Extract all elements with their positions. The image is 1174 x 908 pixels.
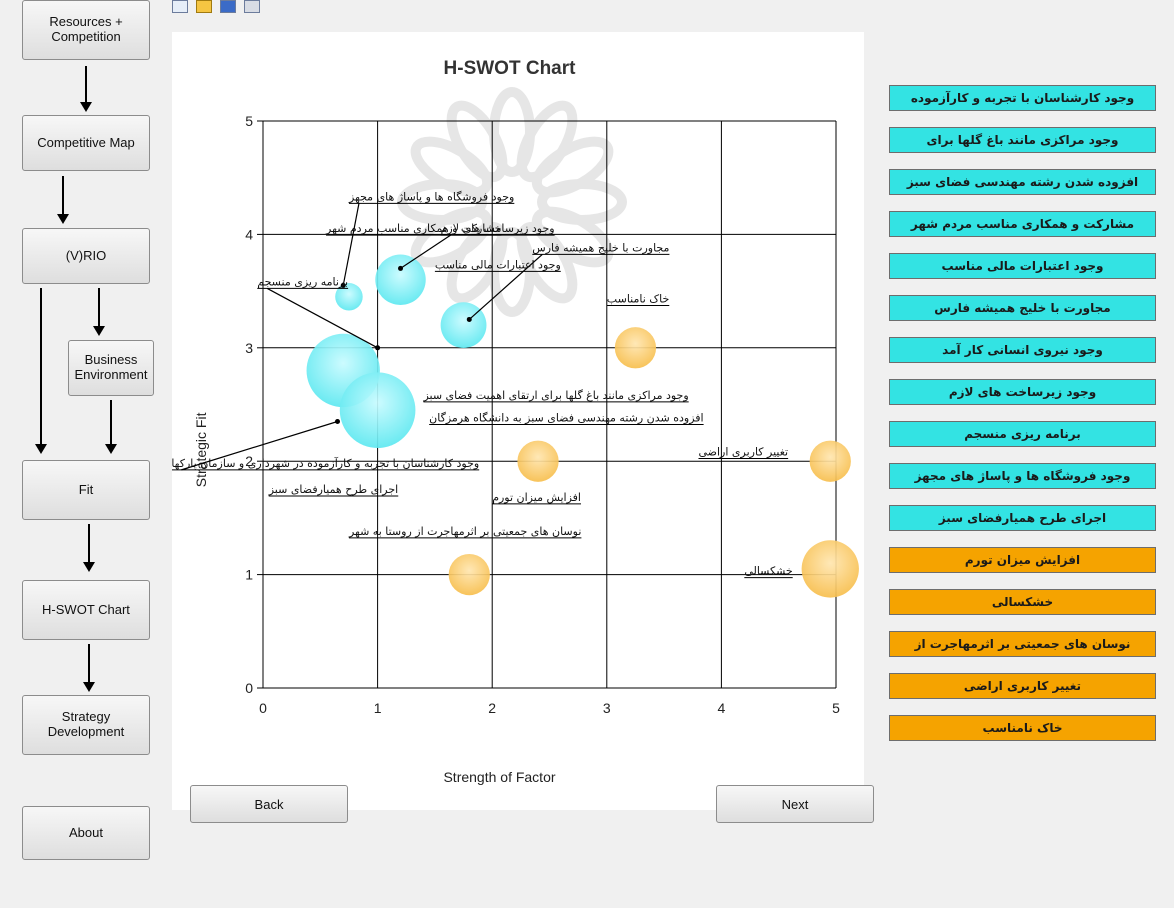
y-tick-label: 4 [245,226,253,242]
x-tick-label: 4 [718,700,726,716]
save-icon[interactable] [220,0,236,13]
x-tick-label: 5 [832,700,840,716]
annotation-label: نوسان های جمعیتی بر اثرمهاجرت از روستا ب… [348,525,581,538]
watermark-petal [516,100,578,183]
factor-button-strength[interactable]: افزوده شدن رشته مهندسی فضای سبز [889,169,1156,195]
strategy-development-button[interactable]: Strategy Development [22,695,150,755]
factor-button-threat[interactable]: افزایش میزان تورم [889,547,1156,573]
factor-button-strength[interactable]: اجرای طرح همیارفضای سبز [889,505,1156,531]
factor-button-strength[interactable]: وجود کارشناسان با تجربه و کارآزموده [889,85,1156,111]
factor-button-strength[interactable]: مشارکت و همکاری مناسب مردم شهر [889,211,1156,237]
bubble-threat [801,540,859,598]
annotation-label: افزایش میزان تورم [492,491,581,504]
annotation-label: خشکسالی [744,565,792,578]
annotation-arrowhead [398,265,404,271]
about-button[interactable]: About [22,806,150,860]
open-icon[interactable] [196,0,212,13]
x-tick-label: 1 [374,700,382,716]
factor-button-threat[interactable]: نوسان های جمعیتی بر اثرمهاجرت از [889,631,1156,657]
y-tick-label: 3 [245,340,253,356]
back-button[interactable]: Back [190,785,348,823]
bubble-strength [375,254,426,305]
annotation-arrowhead [375,345,381,351]
y-tick-label: 0 [245,680,253,696]
annotation-label: وجود اعتبارات مالی مناسب [435,258,561,271]
factor-button-strength[interactable]: مجاورت با خلیج همیشه فارس [889,295,1156,321]
factor-button-strength[interactable]: برنامه ریزی منسجم [889,421,1156,447]
chart-panel: 0 1 2 3 4 5 0 1 2 3 4 5 H-SWOT Chart Strength of Fact… [172,32,864,810]
annotation-label: اجرای طرح همیارفضای سبز [268,483,399,496]
x-axis-label: Strength of Factor [443,769,555,785]
watermark-petal [531,136,614,198]
factor-button-strength[interactable]: وجود زیرساخت های لازم [889,379,1156,405]
annotation-arrowhead [334,419,340,425]
factor-button-threat[interactable]: تغییر کاربری اراضی [889,673,1156,699]
y-tick-label: 1 [245,567,253,583]
annotation-label: وجود فروشگاه ها و پاساژ های مجهز [348,190,514,203]
y-tick-label: 5 [245,113,253,129]
vrio-button[interactable]: (V)RIO [22,228,150,284]
y-axis-label: Strategic Fit [193,412,209,487]
bubble-threat [448,553,490,596]
print-icon[interactable] [244,0,260,13]
chart-title: H-SWOT Chart [444,58,577,79]
bubble-threat [614,327,657,369]
annotation-arrowhead [466,316,472,322]
h-swot-chart-button[interactable]: H-SWOT Chart [22,580,150,640]
bubble-strength [440,302,487,349]
bubble-threat [517,440,559,482]
bubble-strength [339,372,416,448]
factor-button-strength[interactable]: وجود مراکزی مانند باغ گلها برای [889,127,1156,153]
factor-button-strength[interactable]: وجود اعتبارات مالی مناسب [889,253,1156,279]
annotation-label: مشارکت و همکاری مناسب مردم شهر [325,222,501,235]
factor-button-threat[interactable]: خشکسالی [889,589,1156,615]
annotation-label: وجود مراکزی مانند باغ گلها برای ارتقای ا… [422,389,688,402]
fit-button[interactable]: Fit [22,460,150,520]
x-tick-label: 2 [488,700,496,716]
x-tick-label: 0 [259,700,267,716]
h-swot-chart: 0 1 2 3 4 5012345H-SWOT ChartStrength of Fact… [172,58,859,785]
competitive-map-button[interactable]: Competitive Map [22,115,150,171]
annotation-label: خاک نامناسب [607,292,670,305]
annotation-label: افزوده شدن رشته مهندسی فضای سبز به دانشگ… [429,412,703,425]
factor-button-strength[interactable]: وجود نیروی انسانی کار آمد [889,337,1156,363]
resources-competition-button[interactable]: Resources + Competition [22,0,150,60]
annotation-label: برنامه ریزی منسجم [257,275,348,288]
x-tick-label: 3 [603,700,611,716]
business-environment-button[interactable]: Business Environment [68,340,154,396]
bubble-threat [809,440,851,482]
factor-button-strength[interactable]: وجود فروشگاه ها و پاساژ های مجهز [889,463,1156,489]
annotation-label: مجاورت با خلیج همیشه فارس [532,241,669,254]
annotation-leader [342,203,360,286]
factor-button-threat[interactable]: خاک نامناسب [889,715,1156,741]
annotation-label: تغییر کاربری اراضی [698,446,788,459]
toolbar [172,0,260,16]
next-button[interactable]: Next [716,785,874,823]
new-icon[interactable] [172,0,188,13]
